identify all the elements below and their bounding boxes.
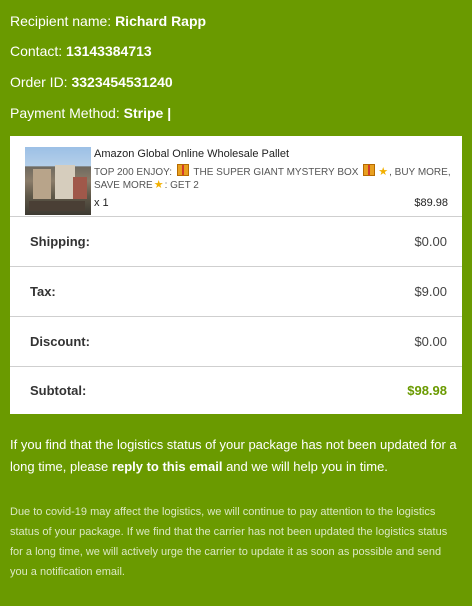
payment-method-value: Stripe | — [123, 105, 172, 121]
payment-method-line: Payment Method: Stripe | — [10, 104, 171, 122]
discount-row: Discount: $0.00 — [10, 317, 462, 367]
tax-row: Tax: $9.00 — [10, 267, 462, 317]
star-icon: ★ — [153, 179, 164, 191]
contact-number: 13143384713 — [66, 43, 152, 59]
covid-notice: Due to covid-19 may affect the logistics… — [10, 506, 448, 578]
product-name[interactable]: Amazon Global Online Wholesale Pallet — [94, 148, 454, 161]
notice-text-after: and we will help you in time. — [222, 459, 388, 474]
product-description: TOP 200 ENJOY: THE SUPER GIANT MYSTERY B… — [94, 164, 462, 192]
product-desc-part4: : GET 2 — [164, 180, 199, 191]
gift-icon — [176, 164, 189, 176]
star-icon: ★ — [378, 166, 389, 178]
tax-label: Tax: — [30, 284, 56, 299]
tax-amount: $9.00 — [414, 284, 447, 299]
product-image[interactable] — [25, 147, 91, 215]
recipient-name: Richard Rapp — [115, 13, 207, 29]
payment-method-label: Payment Method: — [10, 105, 120, 121]
product-quantity: x 1 — [94, 197, 109, 209]
product-price: $89.98 — [414, 197, 448, 209]
shipping-amount: $0.00 — [414, 234, 447, 249]
subtotal-label: Subtotal: — [30, 383, 87, 398]
shipping-row: Shipping: $0.00 — [10, 217, 462, 267]
order-summary-card: Amazon Global Online Wholesale Pallet TO… — [10, 136, 462, 414]
contact-label: Contact: — [10, 43, 63, 59]
contact-line: Contact: 13143384713 — [10, 42, 152, 60]
gift-icon — [363, 164, 376, 176]
reply-email-link[interactable]: reply to this email — [112, 459, 223, 474]
discount-amount: $0.00 — [414, 334, 447, 349]
product-desc-part1: TOP 200 ENJOY: — [94, 167, 173, 178]
shipping-label: Shipping: — [30, 234, 90, 249]
recipient-line: Recipient name: Richard Rapp — [10, 12, 206, 30]
order-id-value: 3323454531240 — [71, 74, 173, 90]
product-desc-part2: THE SUPER GIANT MYSTERY BOX — [193, 167, 359, 178]
subtotal-amount: $98.98 — [407, 383, 447, 398]
product-row[interactable]: Amazon Global Online Wholesale Pallet TO… — [10, 136, 462, 217]
discount-label: Discount: — [30, 334, 90, 349]
logistics-notice: If you find that the logistics status of… — [10, 434, 460, 478]
recipient-label: Recipient name: — [10, 13, 112, 29]
order-id-line: Order ID: 3323454531240 — [10, 73, 173, 91]
subtotal-row: Subtotal: $98.98 — [10, 366, 462, 415]
order-id-label: Order ID: — [10, 74, 68, 90]
